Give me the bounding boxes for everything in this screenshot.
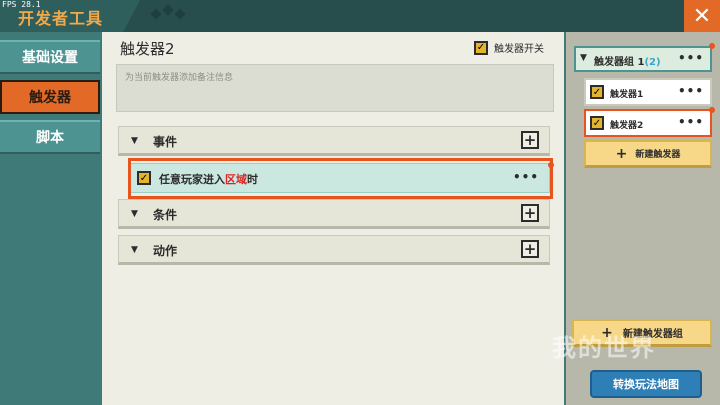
- sidebar-item-basic-settings[interactable]: 基础设置: [0, 40, 100, 74]
- trigger-checkbox[interactable]: ✓: [590, 116, 604, 130]
- note-placeholder: 为当前触发器添加备注信息: [125, 73, 234, 83]
- sidebar-item-triggers[interactable]: 触发器: [0, 80, 100, 114]
- plus-icon: +: [615, 145, 628, 162]
- trigger-group-header[interactable]: ▼ 触发器组 1(2) •••: [574, 46, 712, 72]
- new-trigger-label: 新建触发器: [635, 150, 681, 160]
- section-conditions[interactable]: ▼ 条件 +: [118, 199, 550, 229]
- more-options-icon[interactable]: •••: [678, 115, 704, 129]
- sidebar-item-script[interactable]: 脚本: [0, 120, 100, 154]
- annotation-dot: [548, 162, 554, 168]
- trigger-item-label: 触发器2: [610, 121, 644, 131]
- plus-icon: +: [601, 324, 613, 341]
- section-actions[interactable]: ▼ 动作 +: [118, 235, 550, 265]
- trigger-group-label: 触发器组 1(2): [594, 53, 661, 68]
- sidebar-item-label: 脚本: [36, 130, 64, 146]
- collapse-arrow-icon[interactable]: ▼: [131, 136, 138, 146]
- close-icon: ✕: [692, 3, 712, 29]
- more-options-icon[interactable]: •••: [678, 84, 704, 98]
- switch-map-button[interactable]: 转换玩法地图: [590, 370, 702, 398]
- section-label: 条件: [153, 208, 178, 222]
- chevron-down-icon[interactable]: ▼: [580, 53, 587, 63]
- switch-map-label: 转换玩法地图: [613, 378, 679, 391]
- close-button[interactable]: ✕: [684, 0, 720, 32]
- plus-icon: +: [523, 203, 537, 222]
- add-action-button[interactable]: +: [521, 240, 539, 258]
- new-trigger-group-button[interactable]: + 新建触发器组: [572, 319, 712, 347]
- trigger-group-count: (2): [644, 57, 661, 68]
- notification-dot: [709, 107, 715, 113]
- trigger-editor-panel: 触发器2 ✓ 触发器开关 为当前触发器添加备注信息 ▼ 事件 + ▼ 条件 + …: [102, 32, 564, 405]
- new-trigger-group-label: 新建触发器组: [622, 329, 683, 340]
- notification-dot: [709, 43, 715, 49]
- add-event-button[interactable]: +: [521, 131, 539, 149]
- trigger-item-2[interactable]: ✓ 触发器2 •••: [584, 109, 712, 137]
- highlight-annotation-frame: [128, 158, 553, 199]
- trigger-item-1[interactable]: ✓ 触发器1 •••: [584, 78, 712, 106]
- plus-icon: +: [523, 239, 537, 258]
- collapse-arrow-icon[interactable]: ▼: [131, 209, 138, 219]
- collapse-arrow-icon[interactable]: ▼: [131, 245, 138, 255]
- trigger-title: 触发器2: [120, 40, 175, 58]
- title-bar: FPS 28.1 开发者工具 ✕: [0, 0, 720, 32]
- more-options-icon[interactable]: •••: [678, 51, 704, 65]
- trigger-group-name: 触发器组 1: [594, 57, 645, 68]
- sidebar-item-label: 触发器: [29, 90, 71, 106]
- window-title: 开发者工具: [18, 9, 104, 28]
- sidebar-item-label: 基础设置: [22, 50, 78, 66]
- trigger-toggle-label: 触发器开关: [494, 44, 544, 55]
- section-label: 事件: [153, 135, 178, 149]
- plus-icon: +: [523, 130, 537, 149]
- section-events[interactable]: ▼ 事件 +: [118, 126, 550, 156]
- sidebar: 基础设置 触发器 脚本: [0, 32, 102, 405]
- decoration-squares-icon: [150, 4, 190, 24]
- section-label: 动作: [153, 244, 178, 258]
- trigger-list-panel: ▼ 触发器组 1(2) ••• ✓ 触发器1 ••• ✓ 触发器2 ••• + …: [566, 32, 720, 405]
- trigger-toggle[interactable]: ✓ 触发器开关: [474, 40, 544, 55]
- trigger-checkbox[interactable]: ✓: [590, 85, 604, 99]
- trigger-item-label: 触发器1: [610, 90, 644, 100]
- new-trigger-button[interactable]: + 新建触发器: [584, 140, 712, 168]
- add-condition-button[interactable]: +: [521, 204, 539, 222]
- trigger-toggle-checkbox[interactable]: ✓: [474, 40, 488, 55]
- note-textarea[interactable]: 为当前触发器添加备注信息: [116, 64, 554, 112]
